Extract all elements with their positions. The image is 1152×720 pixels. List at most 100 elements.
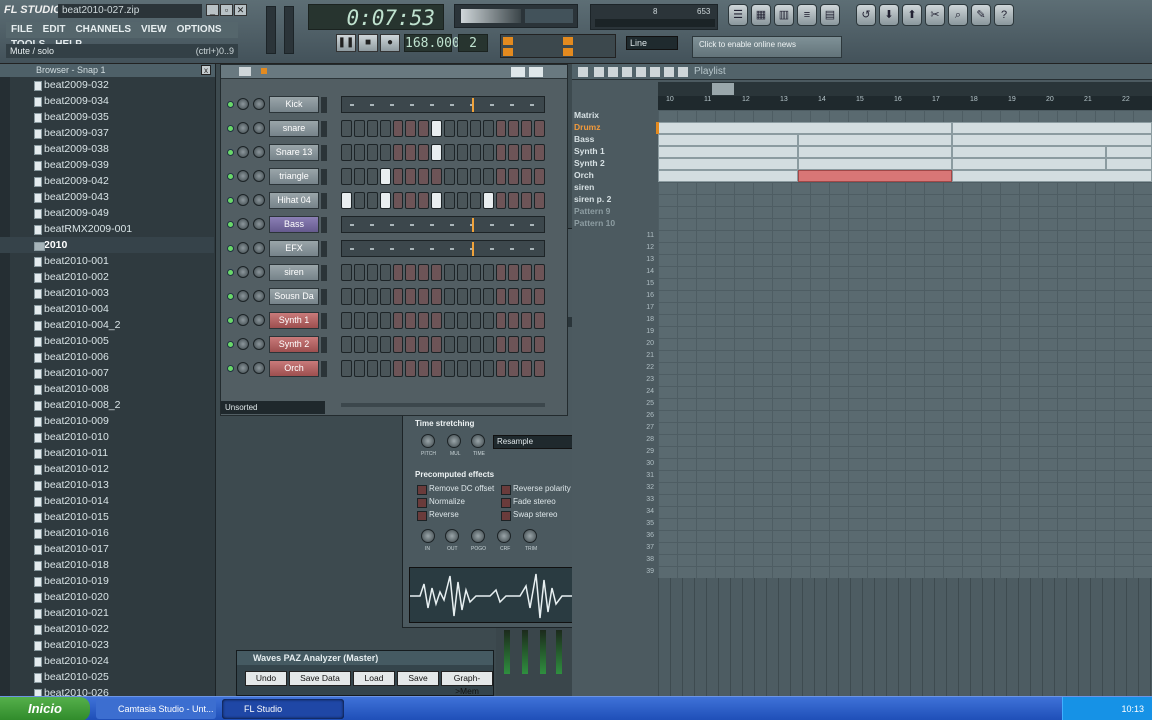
channel-mute-led[interactable]	[227, 197, 234, 204]
menu-edit[interactable]: EDIT	[38, 22, 71, 37]
channel-volume-knob[interactable]	[253, 170, 265, 182]
slice-tool-icon[interactable]	[650, 67, 660, 77]
step-button[interactable]	[456, 120, 468, 137]
step-button[interactable]	[508, 336, 520, 353]
step-button[interactable]	[418, 336, 430, 353]
pattern-clip[interactable]	[658, 158, 798, 170]
browser-file[interactable]: beat2010-020	[0, 589, 214, 605]
pattern-mode-toggle[interactable]	[503, 48, 513, 56]
help-icon[interactable]: ?	[994, 4, 1014, 26]
step-button[interactable]	[431, 336, 442, 353]
step-button[interactable]	[418, 264, 430, 281]
channel-volume-knob[interactable]	[253, 314, 265, 326]
browser-file[interactable]: beat2009-039	[0, 157, 214, 173]
step-button[interactable]	[456, 312, 468, 329]
browser-file[interactable]: beat2010-021	[0, 605, 214, 621]
browser-file[interactable]: beat2010-023	[0, 637, 214, 653]
scroll-thumb[interactable]	[712, 83, 734, 95]
step-button[interactable]	[444, 168, 455, 185]
pattern-selector[interactable]: 2	[458, 34, 488, 52]
channel-select-bar[interactable]	[321, 241, 327, 257]
browser-file[interactable]: beat2010-015	[0, 509, 214, 525]
step-button[interactable]	[469, 264, 481, 281]
fade-stereo-checkbox[interactable]: Fade stereo	[501, 497, 556, 508]
channel-mute-led[interactable]	[227, 101, 234, 108]
step-button[interactable]	[456, 192, 468, 209]
step-button[interactable]	[456, 336, 468, 353]
step-button[interactable]	[444, 192, 455, 209]
channel-button[interactable]: Synth 1	[269, 312, 319, 329]
step-button[interactable]	[366, 288, 378, 305]
step-button[interactable]	[392, 168, 404, 185]
browser-file[interactable]: beat2010-004	[0, 301, 214, 317]
channel-volume-knob[interactable]	[253, 98, 265, 110]
crf-knob[interactable]	[497, 529, 511, 543]
channel-button[interactable]: Synth 2	[269, 336, 319, 353]
channel-pan-knob[interactable]	[237, 146, 249, 158]
step-button[interactable]	[495, 144, 507, 161]
step-button[interactable]	[341, 288, 352, 305]
minimize-icon[interactable]: _	[206, 4, 219, 16]
close-icon[interactable]: ✕	[234, 4, 247, 16]
browser-file[interactable]: beat2010-017	[0, 541, 214, 557]
step-button[interactable]	[521, 192, 533, 209]
step-button[interactable]	[508, 264, 520, 281]
step-button[interactable]	[444, 144, 455, 161]
step-button[interactable]	[366, 312, 378, 329]
channel-select-bar[interactable]	[321, 121, 327, 137]
channel-pan-knob[interactable]	[237, 242, 249, 254]
load-button[interactable]: Load	[353, 671, 395, 686]
track-name[interactable]: Orch	[574, 170, 594, 180]
pattern-clip[interactable]	[952, 134, 1152, 146]
record-button[interactable]: ●	[380, 34, 400, 52]
step-button[interactable]	[495, 360, 507, 377]
step-edit-toggle[interactable]	[563, 48, 573, 56]
zoom-tool-icon[interactable]	[678, 67, 688, 77]
step-button[interactable]	[418, 360, 430, 377]
step-button[interactable]	[508, 168, 520, 185]
step-button[interactable]	[482, 288, 494, 305]
step-button[interactable]	[379, 120, 391, 137]
browser-file[interactable]: beat2010-024	[0, 653, 214, 669]
pattern-clip-selected[interactable]	[798, 170, 952, 182]
step-button[interactable]	[469, 192, 481, 209]
pause-button[interactable]: ❚❚	[336, 34, 356, 52]
channel-select-bar[interactable]	[321, 97, 327, 113]
pattern-clip[interactable]	[952, 170, 1152, 182]
select-tool-icon[interactable]	[664, 67, 674, 77]
step-button[interactable]	[482, 192, 494, 209]
step-button[interactable]	[521, 168, 533, 185]
browser-file[interactable]: beat2010-011	[0, 445, 214, 461]
browser-file[interactable]: beat2009-037	[0, 125, 214, 141]
step-button[interactable]	[353, 192, 365, 209]
channel-volume-knob[interactable]	[253, 146, 265, 158]
step-button[interactable]	[521, 120, 533, 137]
step-button[interactable]	[534, 120, 545, 137]
step-button[interactable]	[495, 264, 507, 281]
step-button[interactable]	[521, 144, 533, 161]
step-button[interactable]	[405, 192, 417, 209]
step-button[interactable]	[469, 120, 481, 137]
step-button[interactable]	[508, 312, 520, 329]
channel-button[interactable]: siren	[269, 264, 319, 281]
browser-file[interactable]: beat2010-003	[0, 285, 214, 301]
save-data-button[interactable]: Save Data	[289, 671, 351, 686]
browser-file[interactable]: beat2010-007	[0, 365, 214, 381]
swap-stereo-checkbox[interactable]: Swap stereo	[501, 510, 557, 521]
pattern-clip[interactable]	[658, 122, 952, 134]
step-button[interactable]	[444, 312, 455, 329]
browser-file[interactable]: beat2010-002	[0, 269, 214, 285]
step-button[interactable]	[444, 336, 455, 353]
channel-volume-knob[interactable]	[253, 290, 265, 302]
browser-folder[interactable]: 2010	[0, 237, 214, 253]
step-button[interactable]	[353, 144, 365, 161]
step-button[interactable]	[456, 360, 468, 377]
step-button[interactable]	[353, 312, 365, 329]
channel-mute-led[interactable]	[227, 365, 234, 372]
step-button[interactable]	[431, 264, 442, 281]
draw-tool-icon[interactable]	[594, 67, 604, 77]
channel-pan-knob[interactable]	[237, 122, 249, 134]
channel-button[interactable]: snare	[269, 120, 319, 137]
channel-volume-knob[interactable]	[253, 122, 265, 134]
step-button[interactable]	[353, 168, 365, 185]
